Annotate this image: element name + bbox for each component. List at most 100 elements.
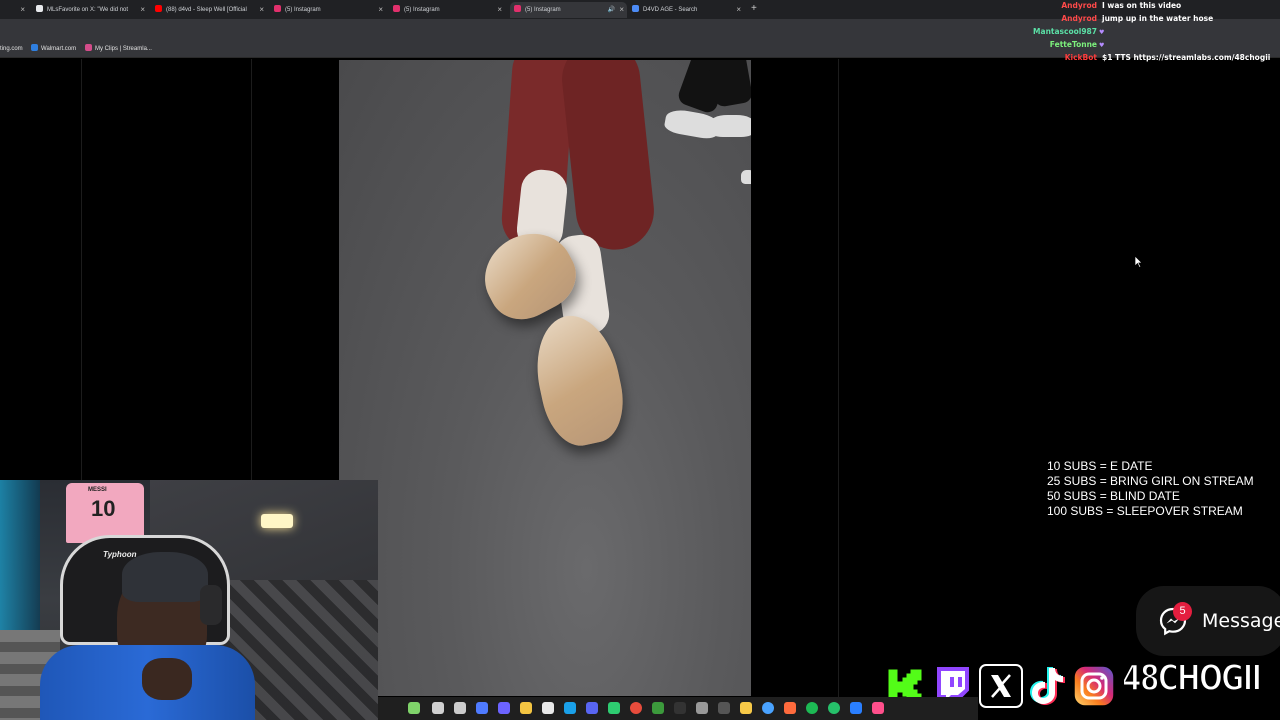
chat-message: Andyrod I was on this video [1000, 1, 1181, 10]
chair-brand: Typhoon [103, 550, 137, 559]
brave-icon[interactable] [784, 702, 796, 714]
sub-goal: 25 SUBS = BRING GIRL ON STREAM [1047, 474, 1254, 488]
chat-username: Andyrod [1061, 1, 1097, 10]
unread-badge: 5 [1173, 602, 1192, 621]
tab-title: (5) Instagram [525, 7, 561, 13]
tab-close-icon[interactable]: × [140, 2, 145, 18]
browser-tab-youtube[interactable]: (88) d4vd - Sleep Well [Official × [155, 2, 267, 18]
sub-goals-overlay: 10 SUBS = E DATE 25 SUBS = BRING GIRL ON… [1047, 459, 1280, 519]
app-icon[interactable] [674, 702, 686, 714]
video-shoe [526, 308, 632, 452]
chat-message: KickBot $1 TTS https://streamlabs.com/48c… [1000, 53, 1271, 62]
chat-message: FetteTonne ♥ [1000, 40, 1105, 49]
video-leg-right [558, 60, 658, 254]
tab-title: (5) Instagram [285, 7, 321, 13]
instagram-icon [1072, 662, 1116, 710]
app-icon[interactable] [454, 702, 466, 714]
tab-title: MLsFavorite on X: "We did not [47, 7, 129, 13]
sub-goal: 10 SUBS = E DATE [1047, 459, 1153, 473]
sub-goal: 50 SUBS = BLIND DATE [1047, 489, 1180, 503]
divider [838, 59, 839, 699]
bookmark-label: ting.com [0, 46, 23, 52]
app-icon[interactable] [740, 702, 752, 714]
chat-message: Andyrod jump up in the water hose [1000, 14, 1213, 23]
chrome-icon[interactable] [630, 702, 642, 714]
app-icon[interactable] [850, 702, 862, 714]
walmart-icon [31, 44, 38, 51]
video-background-shoe [709, 115, 751, 137]
app-icon[interactable] [432, 702, 444, 714]
discord-icon[interactable] [586, 702, 598, 714]
message-button[interactable]: 5 Message [1136, 586, 1280, 656]
video-background-shoe [741, 170, 751, 184]
heart-badge-icon: ♥ [1099, 42, 1105, 49]
streamer-webcam: MESSI 10 Typhoon [0, 480, 378, 720]
messi-jersey: MESSI 10 [66, 483, 144, 543]
x-icon [979, 662, 1023, 710]
app-icon[interactable] [608, 702, 620, 714]
durag [122, 552, 208, 602]
bookmark-label: My Clips | Streamla... [95, 46, 152, 52]
streamer-hand [142, 658, 192, 700]
app-icon[interactable] [498, 702, 510, 714]
tab-title: (88) d4vd - Sleep Well [Official [166, 7, 247, 13]
bing-favicon-icon [632, 5, 639, 12]
audio-playing-icon[interactable]: 🔊 [608, 2, 615, 18]
browser-tab-x[interactable]: MLsFavorite on X: "We did not × [36, 2, 148, 18]
youtube-favicon-icon [155, 5, 162, 12]
bookmark-item[interactable]: ting.com [0, 43, 23, 55]
browser-tab-instagram-1[interactable]: (5) Instagram × [274, 2, 386, 18]
jersey-name: MESSI [88, 487, 107, 493]
mouse-cursor-icon [1135, 256, 1143, 268]
tab-close-icon[interactable]: × [259, 2, 264, 18]
heart-badge-icon: ♥ [1099, 29, 1105, 36]
app-icon[interactable] [872, 702, 884, 714]
reel-video[interactable] [339, 60, 751, 696]
bookmark-streamlabs[interactable]: My Clips | Streamla... [85, 43, 152, 55]
tab-title: (5) Instagram [404, 7, 440, 13]
chat-username: Andyrod [1061, 14, 1097, 23]
edge-icon[interactable] [564, 702, 576, 714]
browser-tab-search[interactable]: D4VD AGE - Search × [632, 2, 744, 18]
app-icon[interactable] [476, 702, 488, 714]
sub-goal: 100 SUBS = SLEEPOVER STREAM [1047, 504, 1243, 518]
chat-text: jump up in the water hose [1102, 14, 1214, 23]
chat-username: Mantascool987 [1033, 27, 1097, 36]
tab-title: D4VD AGE - Search [643, 7, 698, 13]
desk-lamp [261, 514, 293, 528]
chat-text: $1 TTS https://streamlabs.com/48chogii [1102, 53, 1271, 62]
app-icon[interactable] [542, 702, 554, 714]
headset [200, 585, 222, 625]
tab-close-icon[interactable]: × [20, 2, 25, 18]
spotify-icon[interactable] [806, 702, 818, 714]
app-icon[interactable] [408, 702, 420, 714]
app-icon[interactable] [718, 702, 730, 714]
tab-close-icon[interactable]: × [619, 2, 624, 18]
folder-icon[interactable] [520, 702, 532, 714]
tab-close-icon[interactable]: × [497, 2, 502, 18]
browser-tab-instagram-active[interactable]: (5) Instagram 🔊 × [510, 2, 627, 18]
chat-username: FetteTonne [1049, 40, 1097, 49]
chat-text: I was on this video [1102, 1, 1182, 10]
streamlabs-icon [85, 44, 92, 51]
app-icon[interactable] [696, 702, 708, 714]
browser-tab-instagram-2[interactable]: (5) Instagram × [393, 2, 505, 18]
instagram-favicon-icon [393, 5, 400, 12]
message-label: Message [1202, 610, 1280, 632]
browser-tab-partial[interactable]: × [0, 2, 28, 18]
instagram-favicon-icon [514, 5, 521, 12]
app-icon[interactable] [828, 702, 840, 714]
channel-handle: 48CHOGII [1121, 657, 1263, 700]
taskbar [378, 697, 978, 720]
bookmark-walmart[interactable]: Walmart.com [31, 43, 76, 55]
new-tab-button[interactable]: + [751, 2, 757, 16]
app-icon[interactable] [652, 702, 664, 714]
tiktok-icon [1025, 662, 1069, 710]
x-favicon-icon [36, 5, 43, 12]
chat-username: KickBot [1064, 53, 1097, 62]
tab-close-icon[interactable]: × [378, 2, 383, 18]
app-icon[interactable] [762, 702, 774, 714]
bookmark-label: Walmart.com [41, 46, 77, 52]
chat-message: Mantascool987 ♥ [1000, 27, 1104, 36]
tab-close-icon[interactable]: × [736, 2, 741, 18]
